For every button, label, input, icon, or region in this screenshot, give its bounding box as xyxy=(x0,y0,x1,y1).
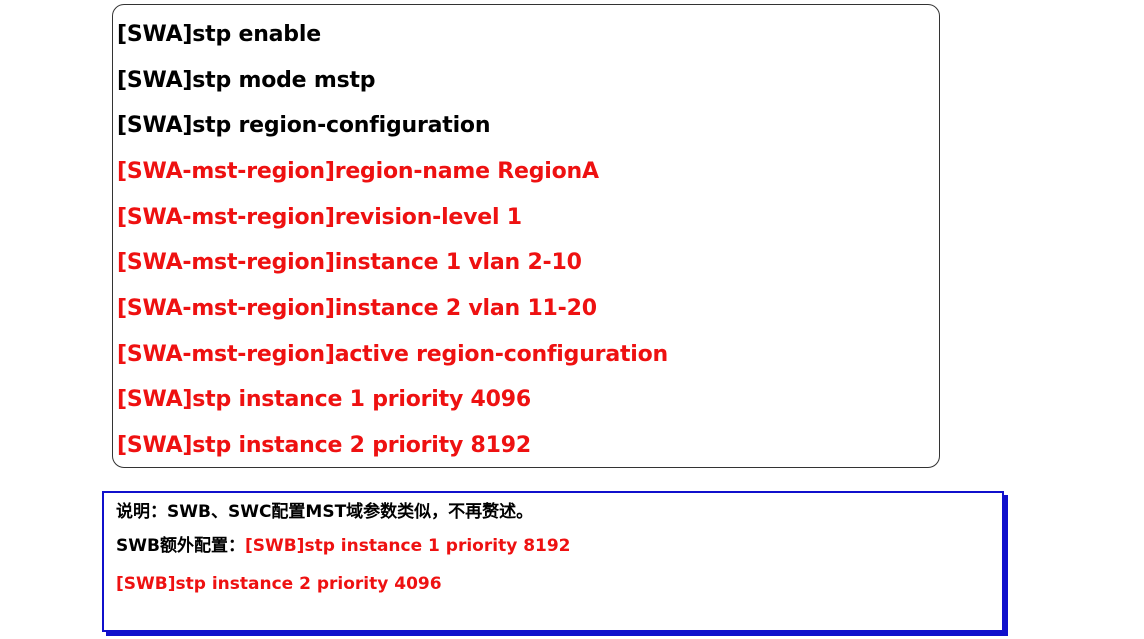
command-line-9: [SWA]stp instance 1 priority 4096 xyxy=(117,387,531,412)
note-line-1: 说明：SWB、SWC配置MST域参数类似，不再赘述。 xyxy=(116,500,533,524)
command-line-6: [SWA-mst-region]instance 1 vlan 2-10 xyxy=(117,250,582,275)
command-line-5: [SWA-mst-region]revision-level 1 xyxy=(117,205,522,230)
note-extra-command-2: [SWB]stp instance 2 priority 4096 xyxy=(116,574,442,594)
command-line-4: [SWA-mst-region]region-name RegionA xyxy=(117,159,599,184)
command-line-7: [SWA-mst-region]instance 2 vlan 11-20 xyxy=(117,296,597,321)
command-line-3: [SWA]stp region-configuration xyxy=(117,113,491,138)
command-line-10: [SWA]stp instance 2 priority 8192 xyxy=(117,433,531,458)
note-line-3: [SWB]stp instance 2 priority 4096 xyxy=(116,572,442,596)
note-extra-label: SWB额外配置： xyxy=(116,536,245,556)
note-box: 说明：SWB、SWC配置MST域参数类似，不再赘述。 SWB额外配置：[SWB]… xyxy=(102,491,1004,632)
command-line-1: [SWA]stp enable xyxy=(117,22,321,47)
note-description: 说明：SWB、SWC配置MST域参数类似，不再赘述。 xyxy=(116,502,534,522)
command-line-8: [SWA-mst-region]active region-configurat… xyxy=(117,342,668,367)
note-extra-command-1: [SWB]stp instance 1 priority 8192 xyxy=(244,536,571,556)
command-box: [SWA]stp enable [SWA]stp mode mstp [SWA]… xyxy=(112,4,940,468)
command-line-2: [SWA]stp mode mstp xyxy=(117,68,376,93)
note-line-2: SWB额外配置：[SWB]stp instance 1 priority 819… xyxy=(116,534,571,558)
